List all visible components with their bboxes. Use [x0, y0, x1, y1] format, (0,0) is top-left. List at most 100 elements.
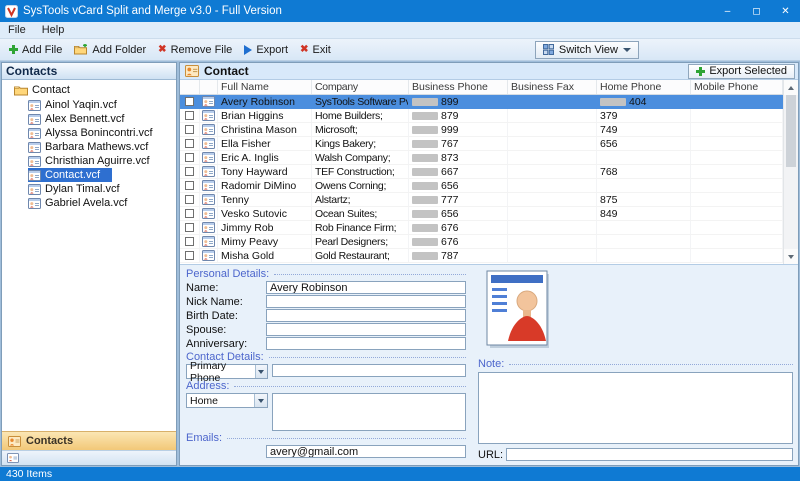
tree-item-vcf-file[interactable]: Ainol Yaqin.vcf [28, 98, 129, 112]
menu-file[interactable]: File [0, 22, 34, 38]
contact-row[interactable]: Avery Robinson SysTools Software Pvt. Lt… [180, 95, 783, 109]
close-button[interactable]: ✕ [771, 0, 800, 22]
url-row: URL: [478, 447, 793, 462]
address-textarea[interactable] [272, 393, 466, 431]
row-checkbox[interactable] [185, 139, 194, 148]
cell-business-phone: 676 [409, 235, 508, 248]
row-checkbox[interactable] [185, 153, 194, 162]
cell-company: Gold Restaurant; [312, 249, 409, 262]
cell-home-phone [597, 179, 691, 192]
vcard-file-icon [28, 169, 41, 181]
tree-item-label: Dylan Timal.vcf [45, 183, 120, 195]
cell-home-phone [597, 249, 691, 262]
row-checkbox[interactable] [185, 181, 194, 190]
row-checkbox[interactable] [185, 251, 194, 260]
contact-card-icon [185, 65, 199, 77]
contact-row[interactable]: Tenny Alstartz; 777 875 [180, 193, 783, 207]
main-content: Contacts Contact Ainol Yaqin.vcf Alex Be… [0, 61, 800, 467]
grid-vertical-scrollbar[interactable] [783, 80, 798, 264]
tree-item-vcf-file[interactable]: Alex Bennett.vcf [28, 112, 137, 126]
row-checkbox[interactable] [185, 223, 194, 232]
export-selected-button[interactable]: Export Selected [688, 63, 795, 79]
add-folder-button[interactable]: Add Folder [68, 42, 152, 58]
row-checkbox[interactable] [185, 125, 194, 134]
column-header-mobile-phone[interactable]: Mobile Phone [691, 80, 783, 94]
column-header-full-name[interactable]: Full Name [218, 80, 312, 94]
vcard-mini-icon[interactable] [7, 453, 19, 463]
email-input[interactable]: avery@gmail.com [266, 445, 466, 458]
column-header-business-fax[interactable]: Business Fax [508, 80, 597, 94]
cell-company: Ocean Suites; [312, 207, 409, 220]
detail-field-row: Name: Avery Robinson [186, 281, 466, 294]
column-header-company[interactable]: Company [312, 80, 409, 94]
cell-business-fax [508, 179, 597, 192]
cell-business-fax [508, 123, 597, 136]
tree-item-vcf-file[interactable]: Contact.vcf [28, 168, 113, 182]
scroll-down-button[interactable] [784, 249, 798, 264]
dropdown-button[interactable] [254, 365, 267, 378]
dropdown-button[interactable] [254, 394, 267, 407]
contact-row[interactable]: Eric A. Inglis Walsh Company; 873 [180, 151, 783, 165]
row-icon-cell [200, 249, 218, 262]
remove-file-button[interactable]: ✖ Remove File [152, 42, 238, 58]
maximize-button[interactable]: ◻ [742, 0, 771, 22]
contact-row[interactable]: Radomir DiMino Owens Corning; 656 [180, 179, 783, 193]
redacted-block [412, 125, 438, 134]
field-input[interactable] [266, 337, 466, 350]
menu-bar: File Help [0, 22, 800, 39]
cell-business-fax [508, 151, 597, 164]
contact-row[interactable]: Mimy Peavy Pearl Designers; 676 [180, 235, 783, 249]
address-type-dropdown[interactable]: Home [186, 393, 268, 408]
phone-value-input[interactable] [272, 364, 466, 377]
phone-type-dropdown[interactable]: Primary Phone [186, 360, 268, 384]
field-input[interactable]: Avery Robinson [266, 281, 466, 294]
tree-item-vcf-file[interactable]: Alyssa Bonincontri.vcf [28, 126, 165, 140]
export-button[interactable]: Export [238, 42, 294, 58]
row-checkbox[interactable] [185, 111, 194, 120]
url-input[interactable] [506, 448, 793, 461]
contact-row[interactable]: Christina Mason Microsoft; 999 749 [180, 123, 783, 137]
tree-root-folder[interactable]: Contact [2, 82, 176, 98]
contact-row[interactable]: Ella Fisher Kings Bakery; 767 656 [180, 137, 783, 151]
contact-row[interactable]: Jimmy Rob Rob Finance Firm; 676 [180, 221, 783, 235]
row-checkbox[interactable] [185, 97, 194, 106]
row-checkbox[interactable] [185, 237, 194, 246]
column-header-home-phone[interactable]: Home Phone [597, 80, 691, 94]
column-header-business-phone[interactable]: Business Phone [409, 80, 508, 94]
vcard-contact-icon [202, 236, 215, 247]
tree-item-vcf-file[interactable]: Gabriel Avela.vcf [28, 196, 139, 210]
contact-row[interactable]: Misha Gold Gold Restaurant; 787 [180, 249, 783, 263]
switch-view-button[interactable]: Switch View [534, 40, 639, 59]
field-input[interactable] [266, 309, 466, 322]
plus-icon [9, 45, 18, 54]
row-checkbox-cell [180, 221, 200, 234]
scrollbar-track[interactable] [784, 95, 798, 249]
note-textarea[interactable] [478, 372, 793, 444]
cell-company: SysTools Software Pvt. Lt... [315, 95, 408, 108]
scroll-up-button[interactable] [784, 80, 798, 95]
menu-help[interactable]: Help [34, 22, 73, 38]
scrollbar-thumb[interactable] [786, 95, 796, 167]
field-input[interactable] [266, 295, 466, 308]
contact-row[interactable]: Brian Higgins Home Builders; 879 379 [180, 109, 783, 123]
vcard-contact-icon [202, 138, 215, 149]
row-icon-cell [200, 235, 218, 248]
address-header: Address: [186, 380, 466, 392]
folder-icon [14, 85, 28, 96]
contact-row[interactable]: Tony Hayward TEF Construction; 667 768 [180, 165, 783, 179]
row-icon-cell [200, 207, 218, 220]
field-input[interactable] [266, 323, 466, 336]
row-checkbox[interactable] [185, 195, 194, 204]
contacts-nav-button[interactable]: Contacts [2, 431, 176, 450]
cell-mobile-phone [691, 95, 783, 108]
tree-item-vcf-file[interactable]: Christhian Aguirre.vcf [28, 154, 162, 168]
add-file-button[interactable]: Add File [3, 42, 68, 58]
row-checkbox[interactable] [185, 167, 194, 176]
tree-item-vcf-file[interactable]: Barbara Mathews.vcf [28, 140, 160, 154]
row-checkbox[interactable] [185, 209, 194, 218]
detail-field-row: Spouse: [186, 323, 466, 336]
contact-row[interactable]: Vesko Sutovic Ocean Suites; 656 849 [180, 207, 783, 221]
minimize-button[interactable]: – [713, 0, 742, 22]
exit-button[interactable]: ✖ Exit [294, 42, 337, 58]
tree-item-vcf-file[interactable]: Dylan Timal.vcf [28, 182, 132, 196]
